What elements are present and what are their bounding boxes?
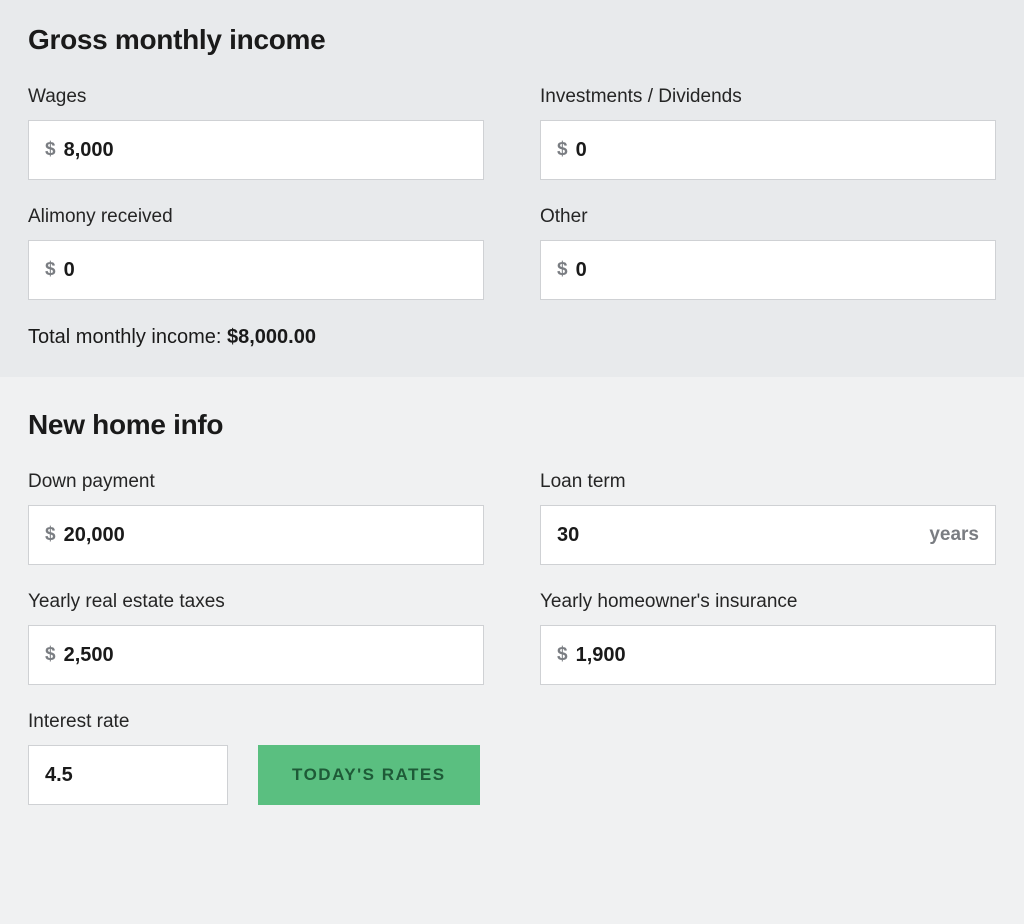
total-monthly-income: Total monthly income: $8,000.00 — [28, 326, 996, 349]
total-monthly-income-value: $8,000.00 — [227, 326, 316, 348]
taxes-label: Yearly real estate taxes — [28, 591, 484, 613]
alimony-input-wrap[interactable]: $ — [28, 240, 484, 300]
interest-rate-row: Interest rate % TODAY'S RATES — [28, 711, 484, 805]
other-income-input-wrap[interactable]: $ — [540, 240, 996, 300]
wages-label: Wages — [28, 86, 484, 108]
down-payment-input[interactable] — [64, 524, 467, 547]
income-form-grid: Wages $ Investments / Dividends $ Alimon… — [28, 86, 996, 300]
alimony-field: Alimony received $ — [28, 206, 484, 300]
investments-field: Investments / Dividends $ — [540, 86, 996, 180]
loan-term-input[interactable] — [557, 524, 921, 547]
down-payment-label: Down payment — [28, 471, 484, 493]
down-payment-input-wrap[interactable]: $ — [28, 505, 484, 565]
todays-rates-button[interactable]: TODAY'S RATES — [258, 745, 480, 805]
alimony-label: Alimony received — [28, 206, 484, 228]
interest-rate-label: Interest rate — [28, 711, 228, 733]
dollar-icon: $ — [45, 524, 56, 546]
wages-field: Wages $ — [28, 86, 484, 180]
interest-rate-input-wrap[interactable]: % — [28, 745, 228, 805]
other-income-field: Other $ — [540, 206, 996, 300]
other-income-label: Other — [540, 206, 996, 228]
loan-term-field: Loan term years — [540, 471, 996, 565]
new-home-info-section: New home info Down payment $ Loan term y… — [0, 385, 1024, 833]
alimony-input[interactable] — [64, 259, 467, 282]
other-income-input[interactable] — [576, 259, 979, 282]
section-divider — [0, 377, 1024, 385]
dollar-icon: $ — [45, 644, 56, 666]
total-monthly-income-label: Total monthly income: — [28, 326, 227, 348]
interest-rate-field: Interest rate % — [28, 711, 228, 805]
dollar-icon: $ — [45, 259, 56, 281]
insurance-field: Yearly homeowner's insurance $ — [540, 591, 996, 685]
taxes-input-wrap[interactable]: $ — [28, 625, 484, 685]
investments-input[interactable] — [576, 139, 979, 162]
dollar-icon: $ — [45, 139, 56, 161]
loan-term-label: Loan term — [540, 471, 996, 493]
down-payment-field: Down payment $ — [28, 471, 484, 565]
insurance-input-wrap[interactable]: $ — [540, 625, 996, 685]
loan-term-input-wrap[interactable]: years — [540, 505, 996, 565]
wages-input[interactable] — [64, 139, 467, 162]
years-suffix: years — [929, 524, 979, 546]
taxes-field: Yearly real estate taxes $ — [28, 591, 484, 685]
gross-monthly-income-section: Gross monthly income Wages $ Investments… — [0, 0, 1024, 377]
investments-label: Investments / Dividends — [540, 86, 996, 108]
dollar-icon: $ — [557, 644, 568, 666]
investments-input-wrap[interactable]: $ — [540, 120, 996, 180]
wages-input-wrap[interactable]: $ — [28, 120, 484, 180]
insurance-label: Yearly homeowner's insurance — [540, 591, 996, 613]
gross-monthly-income-title: Gross monthly income — [28, 24, 996, 56]
insurance-input[interactable] — [576, 644, 979, 667]
home-form-grid: Down payment $ Loan term years Yearly re… — [28, 471, 996, 805]
taxes-input[interactable] — [64, 644, 467, 667]
dollar-icon: $ — [557, 259, 568, 281]
new-home-info-title: New home info — [28, 409, 996, 441]
dollar-icon: $ — [557, 139, 568, 161]
